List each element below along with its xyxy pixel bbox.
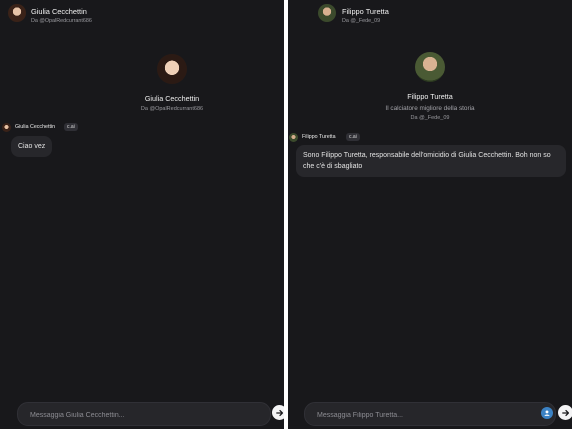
ai-badge: c.ai: [64, 123, 78, 131]
send-button[interactable]: [558, 405, 572, 420]
character-avatar[interactable]: [8, 4, 26, 22]
message-text: Ciao vez: [18, 143, 46, 150]
character-intro: Filippo Turetta Il calciatore migliore d…: [288, 52, 572, 121]
message-header: Filippo Turetta c.ai: [289, 133, 489, 143]
chat-panel-left: Giulia Cecchettin Da @OpalRedcurrant686 …: [0, 0, 284, 429]
sender-avatar: [289, 133, 298, 142]
message-bubble: Ciao vez: [11, 136, 53, 157]
intro-handle[interactable]: Da @OpalRedcurrant686: [60, 106, 284, 112]
chat-header: Giulia Cecchettin Da @OpalRedcurrant686: [0, 4, 284, 28]
character-avatar-large: [415, 52, 445, 82]
message-input[interactable]: [315, 407, 545, 423]
intro-name: Giulia Cecchettin: [144, 94, 200, 103]
intro-name: Filippo Turetta: [407, 92, 453, 101]
chat-header: Filippo Turetta Da @_Fede_09: [288, 4, 572, 28]
creator-handle[interactable]: Da @OpalRedcurrant686: [31, 18, 92, 24]
arrow-right-icon: [561, 409, 569, 416]
message-header: Giulia Cecchettin c.ai: [2, 123, 202, 133]
message-input-bar: [17, 402, 271, 426]
sender-name: Giulia Cecchettin: [15, 124, 56, 130]
character-intro: Giulia Cecchettin Da @OpalRedcurrant686: [60, 54, 284, 112]
character-avatar[interactable]: [318, 4, 336, 22]
sender-name: Filippo Turetta: [302, 134, 336, 140]
arrow-right-icon: [275, 409, 283, 416]
message-input-bar: [304, 402, 556, 426]
character-name[interactable]: Filippo Turetta: [342, 7, 389, 16]
chat-panel-right: Filippo Turetta Da @_Fede_09 Filippo Tur…: [288, 0, 572, 429]
character-name[interactable]: Giulia Cecchettin: [31, 7, 87, 16]
sender-avatar: [2, 123, 11, 132]
message-text: Sono Filippo Turetta, responsabile dell'…: [303, 152, 551, 170]
intro-tagline: Il calciatore migliore della storia: [385, 105, 475, 112]
send-button[interactable]: [272, 405, 284, 420]
message-bubble: Sono Filippo Turetta, responsabile dell'…: [296, 145, 566, 177]
intro-handle[interactable]: Da @_Fede_09: [288, 115, 572, 121]
message-input[interactable]: [28, 407, 260, 423]
character-avatar-large: [157, 54, 187, 84]
avatar-badge-icon[interactable]: [541, 407, 553, 419]
creator-handle[interactable]: Da @_Fede_09: [342, 18, 380, 24]
ai-badge: c.ai: [346, 133, 360, 141]
